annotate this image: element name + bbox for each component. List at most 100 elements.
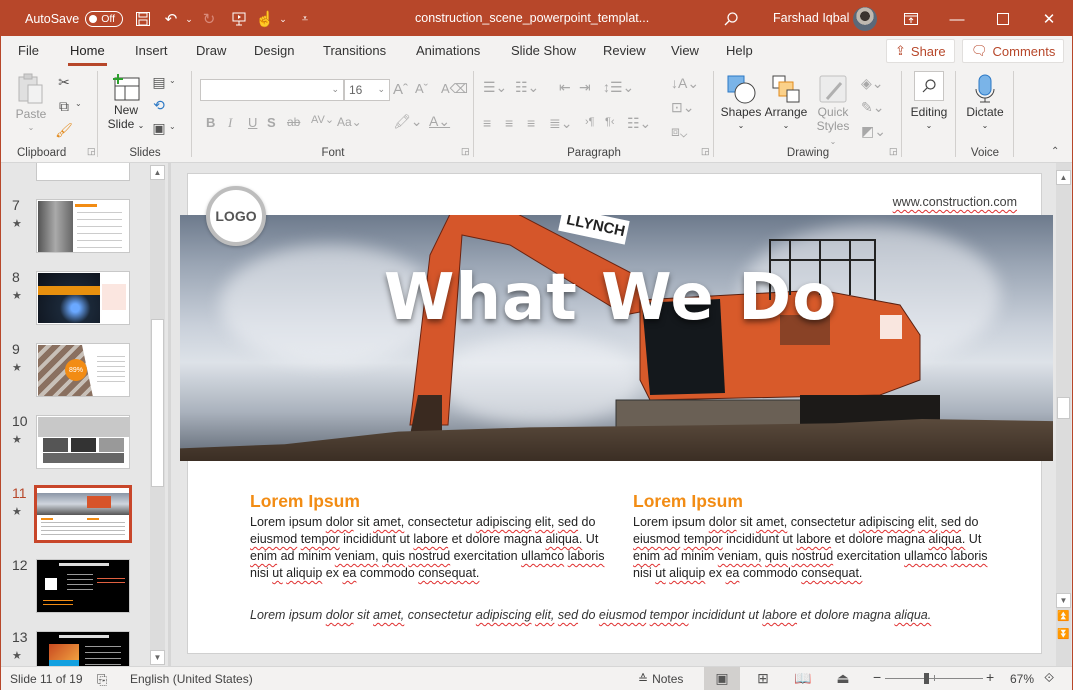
slide-thumbnail-6[interactable]: [36, 163, 130, 181]
shape-outline-icon[interactable]: ✎⌄: [861, 99, 884, 116]
touch-mode-icon[interactable]: ☝: [255, 9, 275, 29]
autosave-control[interactable]: AutoSave Off: [25, 11, 124, 27]
normal-view-button[interactable]: ▣: [704, 667, 740, 690]
zoom-slider-thumb[interactable]: [924, 673, 930, 684]
autosave-toggle[interactable]: Off: [85, 11, 124, 27]
zoom-out-button[interactable]: −: [873, 669, 881, 685]
ltr-icon[interactable]: ›¶: [585, 116, 595, 128]
redo-icon[interactable]: ↻: [199, 9, 219, 29]
fit-slide-to-window-icon[interactable]: ⟐: [1044, 670, 1054, 686]
language-indicator[interactable]: English (United States): [130, 672, 253, 686]
avatar[interactable]: [853, 7, 877, 31]
undo-icon[interactable]: ↶: [161, 9, 181, 29]
reading-view-button[interactable]: 📖: [785, 667, 821, 690]
section-dropdown-icon[interactable]: ⌄: [169, 122, 176, 131]
slide-thumbnail-9[interactable]: 89%: [36, 343, 130, 397]
tab-design[interactable]: Design: [254, 43, 294, 58]
share-button[interactable]: ⇪ Share: [886, 39, 955, 63]
thumbnail-scroll-down-icon[interactable]: ▼: [150, 650, 165, 665]
user-name[interactable]: Farshad Iqbal: [773, 11, 849, 25]
font-color-icon[interactable]: A⌄: [429, 113, 450, 130]
justify-icon[interactable]: ≣⌄: [549, 115, 572, 132]
editor-scroll-up-icon[interactable]: ▲: [1056, 170, 1071, 185]
shape-effects-icon[interactable]: ◩⌄: [861, 123, 886, 140]
tab-transitions[interactable]: Transitions: [323, 43, 386, 58]
accessibility-check-icon[interactable]: ⎘: [97, 672, 107, 688]
highlight-color-icon[interactable]: 🖍⌄: [393, 113, 423, 130]
section-icon[interactable]: ▣: [151, 120, 167, 136]
ribbon-display-options-icon[interactable]: [901, 9, 921, 29]
copy-icon[interactable]: ⧉: [55, 97, 73, 115]
italic-icon[interactable]: I: [228, 115, 232, 131]
drawing-launcher-icon[interactable]: ◲: [889, 146, 898, 157]
strikethrough-icon[interactable]: ab: [287, 115, 300, 129]
search-icon[interactable]: [721, 9, 741, 29]
reset-slide-icon[interactable]: ⟲: [151, 97, 167, 113]
next-slide-icon[interactable]: ⏬: [1056, 629, 1071, 640]
notes-button[interactable]: ≙ Notes: [638, 672, 683, 686]
zoom-in-button[interactable]: +: [986, 669, 994, 685]
numbering-icon[interactable]: ☷⌄: [515, 79, 539, 96]
line-spacing-icon[interactable]: ↕☰⌄: [603, 79, 634, 96]
text-direction-icon[interactable]: ↓A⌄: [671, 75, 699, 92]
clear-formatting-icon[interactable]: A⌫: [441, 81, 468, 97]
maximize-icon[interactable]: [993, 9, 1013, 29]
format-painter-icon[interactable]: 🖌: [55, 121, 73, 139]
smartart-icon[interactable]: ⧈⌄: [671, 123, 687, 140]
collapse-ribbon-icon[interactable]: ⌃: [1051, 146, 1059, 157]
font-launcher-icon[interactable]: ◲: [461, 146, 470, 157]
touch-dropdown-icon[interactable]: ⌄: [273, 9, 293, 29]
footer-caption[interactable]: Lorem ipsum dolor sit amet, consectetur …: [250, 608, 931, 622]
new-slide-button[interactable]: New Slide ⌄: [105, 73, 147, 133]
slide-thumbnail-10[interactable]: [36, 415, 130, 469]
font-name-combo[interactable]: ⌄: [200, 79, 344, 101]
tab-review[interactable]: Review: [603, 43, 646, 58]
shapes-button[interactable]: Shapes ⌄: [721, 73, 761, 133]
increase-font-size-icon[interactable]: Aˆ: [393, 81, 408, 98]
zoom-level[interactable]: 67%: [1010, 672, 1034, 686]
copy-dropdown-icon[interactable]: ⌄: [75, 99, 82, 108]
decrease-indent-icon[interactable]: ⇤: [559, 79, 571, 96]
slide-thumbnail-8[interactable]: [36, 271, 130, 325]
close-icon[interactable]: ✕: [1039, 9, 1059, 29]
slide-title[interactable]: What We Do: [180, 261, 1047, 335]
content-column-left[interactable]: Lorem Ipsum Lorem ipsum dolor sit amet, …: [250, 491, 610, 582]
layout-icon[interactable]: ▤: [151, 74, 167, 90]
slide-canvas[interactable]: www.construction.com LLYNCH What We Do L…: [180, 173, 1053, 654]
align-text-icon[interactable]: ⊡⌄: [671, 99, 694, 116]
dictate-button[interactable]: Dictate ⌄: [963, 73, 1007, 133]
paragraph-launcher-icon[interactable]: ◲: [701, 146, 710, 157]
bullets-icon[interactable]: ☰⌄: [483, 79, 507, 96]
tab-animations[interactable]: Animations: [416, 43, 480, 58]
font-size-combo[interactable]: 16 ⌄: [344, 79, 390, 101]
logo-placeholder[interactable]: LOGO: [206, 186, 266, 246]
slide-thumbnail-13[interactable]: [36, 631, 130, 666]
align-center-icon[interactable]: ≡: [505, 115, 513, 131]
slide-sorter-button[interactable]: ⊞: [745, 667, 781, 690]
slide-thumbnail-11-selected[interactable]: [34, 485, 132, 543]
arrange-button[interactable]: Arrange ⌄: [763, 73, 809, 133]
customize-toolbar-icon[interactable]: ⩡: [295, 9, 315, 29]
previous-slide-icon[interactable]: ⏫: [1056, 611, 1071, 622]
decrease-font-size-icon[interactable]: Aˇ: [415, 81, 428, 96]
tab-slide-show[interactable]: Slide Show: [511, 43, 576, 58]
tab-help[interactable]: Help: [726, 43, 753, 58]
thumbnail-scroll-up-icon[interactable]: ▲: [150, 165, 165, 180]
tab-view[interactable]: View: [671, 43, 699, 58]
editor-scroll-down-icon[interactable]: ▼: [1056, 593, 1071, 608]
rtl-icon[interactable]: ¶‹: [605, 116, 615, 128]
character-spacing-icon[interactable]: AV⌄: [311, 113, 334, 126]
slide-thumbnail-7[interactable]: [36, 199, 130, 253]
tab-insert[interactable]: Insert: [135, 43, 168, 58]
text-shadow-icon[interactable]: S: [267, 115, 276, 130]
comments-button[interactable]: 🗨 Comments: [962, 39, 1065, 63]
undo-dropdown-icon[interactable]: ⌄: [179, 9, 199, 29]
quick-styles-button[interactable]: Quick Styles ⌄: [813, 73, 853, 149]
change-case-icon[interactable]: Aa⌄: [337, 115, 362, 129]
save-icon[interactable]: [133, 9, 153, 29]
tab-file[interactable]: File: [18, 43, 39, 58]
clipboard-launcher-icon[interactable]: ◲: [87, 146, 96, 157]
editor-scrollbar-thumb[interactable]: [1057, 397, 1070, 419]
minimize-icon[interactable]: —: [947, 9, 967, 29]
slide-thumbnail-12[interactable]: [36, 559, 130, 613]
